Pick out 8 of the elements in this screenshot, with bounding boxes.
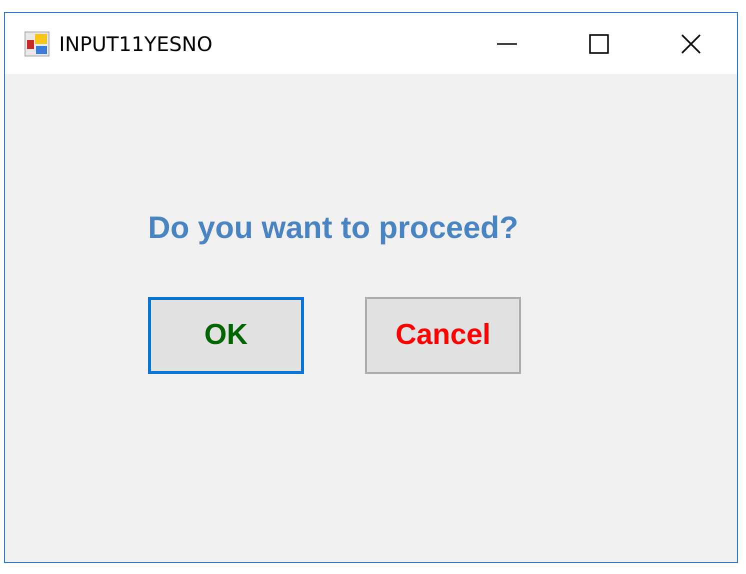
minimize-icon xyxy=(496,42,518,44)
close-icon xyxy=(680,32,702,54)
ok-button[interactable]: OK xyxy=(148,297,304,374)
app-icon xyxy=(24,30,50,56)
cancel-button[interactable]: Cancel xyxy=(365,297,521,374)
maximize-icon xyxy=(588,32,610,54)
window-title: INPUT11YESNO xyxy=(59,32,212,56)
prompt-text: Do you want to proceed? xyxy=(148,210,520,246)
